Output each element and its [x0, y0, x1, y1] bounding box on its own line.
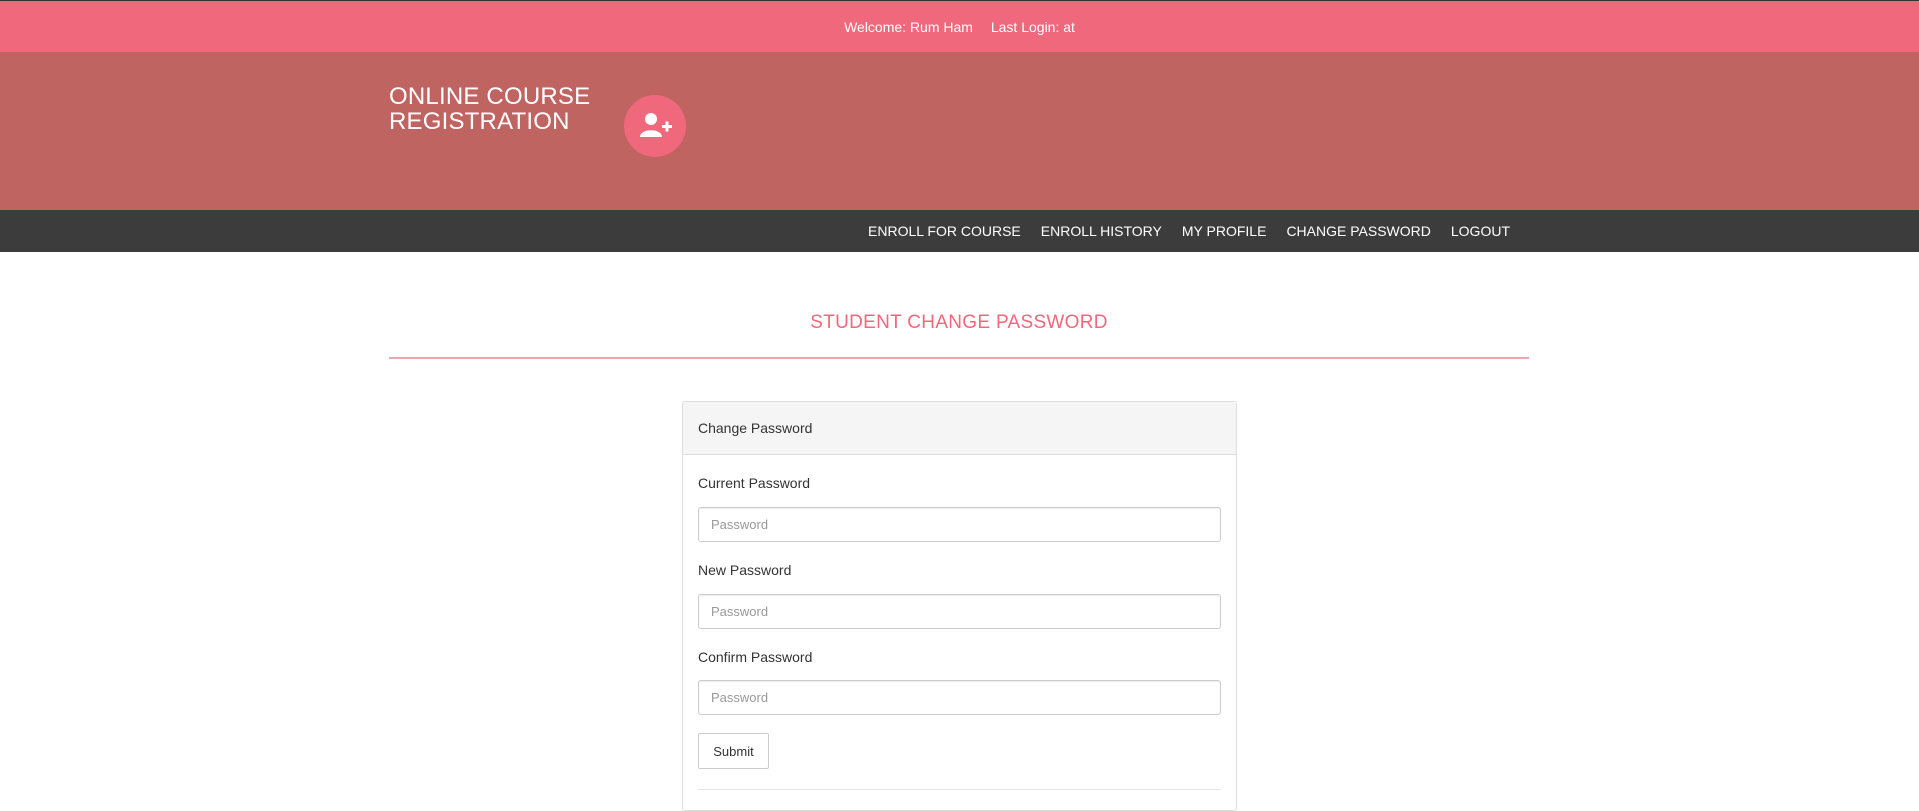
form-divider: [698, 789, 1221, 790]
site-logo[interactable]: Online Course Registration: [389, 84, 590, 134]
nav-item-enroll-history[interactable]: Enroll History: [1031, 210, 1172, 252]
submit-button[interactable]: Submit: [698, 733, 769, 769]
top-bar: Welcome: Rum Ham Last Login: at: [0, 0, 1919, 52]
logo-line-1: Online Course: [389, 83, 591, 110]
new-password-label: New Password: [698, 562, 792, 578]
logo-line-2: Registration: [389, 108, 570, 135]
main-nav: Enroll for Course Enroll History My Prof…: [0, 210, 1919, 252]
current-password-label: Current Password: [698, 475, 811, 491]
title-divider: [389, 357, 1529, 359]
current-password-input[interactable]: [698, 507, 1221, 542]
nav-item-my-profile[interactable]: My Profile: [1172, 210, 1277, 252]
welcome-text: Welcome: Rum Ham: [844, 19, 973, 35]
nav-item-change-password[interactable]: Change Password: [1276, 210, 1440, 252]
last-login-text: Last Login: at: [990, 19, 1075, 35]
user-plus-icon: [624, 95, 686, 157]
nav-item-logout[interactable]: Logout: [1441, 210, 1520, 252]
confirm-password-input[interactable]: [698, 680, 1221, 715]
new-password-input[interactable]: [698, 594, 1221, 629]
site-header: Online Course Registration: [0, 52, 1919, 210]
change-password-panel: Change Password Current Password New Pas…: [682, 401, 1237, 811]
panel-heading: Change Password: [683, 402, 1236, 455]
nav-item-enroll-for-course[interactable]: Enroll for Course: [858, 210, 1031, 252]
page-title: Student Change Password: [810, 312, 1108, 333]
welcome-strip: Welcome: Rum Ham Last Login: at: [0, 1, 1919, 53]
confirm-password-label: Confirm Password: [698, 649, 813, 665]
nav-menu: Enroll for Course Enroll History My Prof…: [858, 210, 1520, 252]
